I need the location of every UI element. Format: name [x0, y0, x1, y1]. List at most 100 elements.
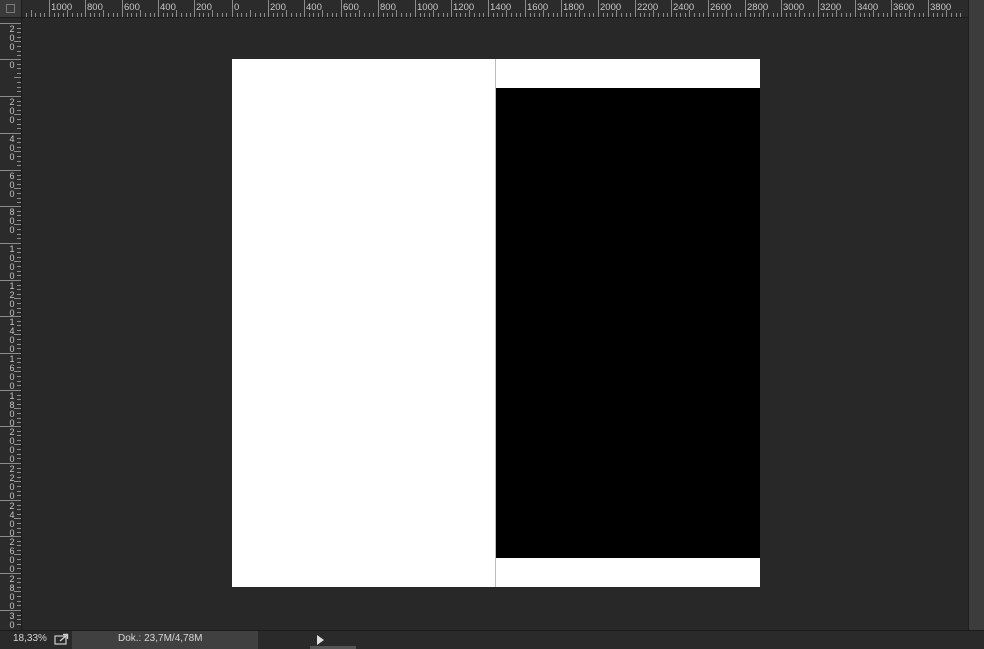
canvas-workspace[interactable] [22, 18, 968, 630]
ruler-major-tick [49, 0, 50, 17]
ruler-minor-tick [593, 13, 594, 17]
ruler-minor-tick [17, 193, 21, 194]
ruler-minor-tick [277, 13, 278, 17]
ruler-minor-tick [905, 13, 906, 17]
ruler-minor-tick [443, 13, 444, 17]
ruler-minor-tick [626, 13, 627, 17]
ruler-minor-tick [17, 582, 21, 583]
ruler-minor-tick [502, 13, 503, 17]
document-canvas[interactable] [232, 59, 760, 587]
ruler-minor-tick [31, 10, 32, 17]
document-size-info: Dok.: 23,7M/4,78M [118, 633, 203, 644]
ruler-minor-tick [150, 13, 151, 17]
ruler-minor-tick [575, 13, 576, 17]
ruler-minor-tick [640, 13, 641, 17]
ruler-minor-tick [145, 13, 146, 17]
ruler-minor-tick [823, 13, 824, 17]
ruler-minor-tick [14, 298, 21, 299]
ruler-minor-tick [864, 13, 865, 17]
ruler-minor-tick [300, 13, 301, 17]
ruler-minor-tick [17, 528, 21, 529]
ruler-minor-tick [951, 13, 952, 17]
ruler-minor-tick [17, 458, 21, 459]
ruler-minor-tick [773, 13, 774, 17]
ruler-minor-tick [447, 13, 448, 17]
ruler-minor-tick [17, 147, 21, 148]
ruler-minor-tick [17, 601, 21, 602]
ruler-minor-tick [827, 13, 828, 17]
ruler-minor-tick [17, 165, 21, 166]
ruler-minor-tick [777, 13, 778, 17]
play-arrow-icon[interactable] [317, 635, 324, 645]
ruler-major-tick [85, 0, 86, 17]
ruler-label: 600 [124, 2, 140, 13]
ruler-minor-tick [17, 514, 21, 515]
ruler-minor-tick [689, 10, 690, 17]
vertical-scrollbar[interactable] [968, 0, 984, 630]
ruler-minor-tick [841, 13, 842, 17]
horizontal-ruler[interactable]: 1000 800 600 400 200 0 200 400 600 800 1000 1200 140… [22, 0, 968, 18]
ruler-minor-tick [17, 312, 21, 313]
ruler-minor-tick [900, 13, 901, 17]
ruler-minor-tick [703, 13, 704, 17]
ruler-minor-tick [17, 578, 21, 579]
ruler-minor-tick [850, 13, 851, 17]
ruler-minor-tick [17, 138, 21, 139]
ruler-minor-tick [786, 13, 787, 17]
ruler-major-tick [268, 0, 269, 17]
ruler-minor-tick [17, 198, 21, 199]
black-rectangle-layer[interactable] [496, 88, 760, 558]
ruler-minor-tick [226, 13, 227, 17]
ruler-label: 30 [9, 611, 15, 630]
ruler-minor-tick [579, 10, 580, 17]
ruler-minor-tick [14, 518, 21, 519]
vertical-ruler[interactable]: 200 0 200 400 600 800 1000 1200 1400 1600 1800 2000… [0, 18, 22, 630]
ruler-label: 200 [270, 2, 286, 13]
ruler-minor-tick [603, 13, 604, 17]
ruler-minor-tick [17, 156, 21, 157]
ruler-minor-tick [17, 101, 21, 102]
ruler-label: 3000 [783, 2, 805, 13]
ruler-minor-tick [17, 532, 21, 533]
ruler-major-tick [561, 0, 562, 17]
ruler-minor-tick [17, 559, 21, 560]
grid-icon [6, 4, 15, 13]
ruler-minor-tick [17, 491, 21, 492]
ruler-minor-tick [17, 541, 21, 542]
ruler-minor-tick [127, 13, 128, 17]
ruler-label: 600 [343, 2, 359, 13]
ruler-label: 400 [9, 134, 15, 162]
ruler-minor-tick [222, 13, 223, 17]
zoom-level[interactable]: 18,33% [13, 633, 47, 644]
ruler-minor-tick [663, 13, 664, 17]
ruler-major-tick [304, 0, 305, 17]
ruler-label: 1400 [490, 2, 512, 13]
ruler-minor-tick [17, 568, 21, 569]
ruler-minor-tick [17, 285, 21, 286]
ruler-minor-tick [190, 13, 191, 17]
ruler-minor-tick [497, 13, 498, 17]
ruler-minor-tick [14, 444, 21, 445]
share-icon[interactable] [52, 632, 72, 647]
ruler-minor-tick [136, 13, 137, 17]
ruler-minor-tick [530, 13, 531, 17]
ruler-minor-tick [99, 13, 100, 17]
ruler-major-tick [745, 0, 746, 17]
ruler-minor-tick [607, 13, 608, 17]
ruler-minor-tick [869, 13, 870, 17]
status-bar: 18,33% Dok.: 23,7M/4,78M [0, 630, 984, 649]
ruler-major-tick [451, 0, 452, 17]
ruler-minor-tick [17, 348, 21, 349]
ruler-minor-tick [108, 13, 109, 17]
ruler-minor-tick [17, 128, 21, 129]
ruler-minor-tick [17, 46, 21, 47]
ruler-label: 400 [306, 2, 322, 13]
ruler-minor-tick [17, 266, 21, 267]
ruler-minor-tick [616, 10, 617, 17]
ruler-major-tick [671, 0, 672, 17]
ruler-origin-corner[interactable] [0, 0, 22, 18]
ruler-minor-tick [956, 13, 957, 17]
ruler-minor-tick [113, 13, 114, 17]
ruler-minor-tick [589, 13, 590, 17]
ruler-major-tick [378, 0, 379, 17]
